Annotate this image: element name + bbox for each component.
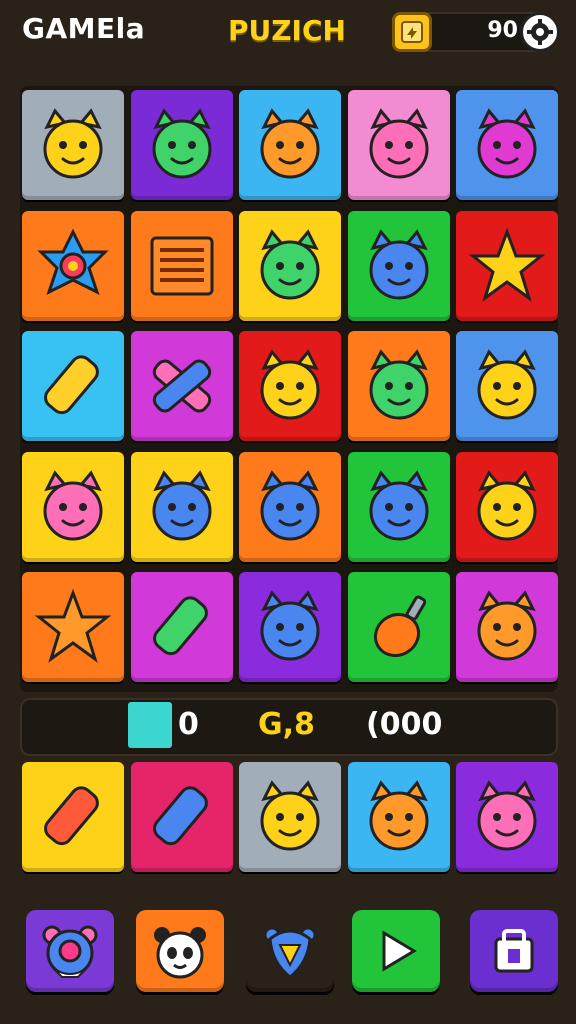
yellow-bear-icon [260,349,320,420]
flower-icon [37,228,109,295]
tray-tile[interactable] [347,762,450,872]
board-tile[interactable] [456,572,559,682]
blue-bird-icon [369,469,429,540]
pink-cat-icon [369,108,429,179]
bag-icon [494,929,534,973]
green-frog-icon [260,228,320,299]
board-tile[interactable] [130,331,233,441]
orange-bear-icon [260,108,320,179]
panda-button[interactable] [136,910,224,992]
board-tile[interactable] [456,90,559,200]
brand-logo: GAMEla [22,12,146,45]
yellow-star-icon [469,227,546,302]
striped-box-icon [150,236,214,295]
yellow-heart-bear-icon [477,469,537,540]
board-tile[interactable] [22,572,124,682]
board-tile[interactable] [456,331,559,441]
board-tile[interactable] [239,451,342,562]
bear-badge-button[interactable] [26,910,114,992]
corn-icon [44,355,99,415]
board-tile[interactable] [22,451,124,562]
coin-value: 90 [487,18,518,43]
tray-tile[interactable] [22,762,124,872]
top-bar: GAMEla PUZICH 90 [0,0,576,64]
blue-cat-icon [152,469,212,540]
board-tile[interactable] [239,572,342,682]
match-count: 0 [178,707,199,742]
board-tile[interactable] [130,572,233,682]
pink-bear-icon [43,469,103,540]
settings-button[interactable] [520,12,560,52]
board-tile[interactable] [347,572,450,682]
shield-bear-button[interactable] [246,910,334,992]
board-tile[interactable] [347,90,450,200]
orange-fox-icon [369,780,429,851]
board-tile[interactable] [456,210,559,321]
board-tile[interactable] [456,451,559,562]
bear-badge-icon [42,925,98,978]
play-button[interactable] [352,910,440,992]
board-tile[interactable] [347,331,450,441]
board-tile[interactable] [22,210,124,321]
board-tile[interactable] [130,451,233,562]
yellow-lion-icon [43,108,103,179]
selected-color-swatch [128,702,172,748]
board-tile[interactable] [239,210,342,321]
coin-icon [392,12,432,52]
green-turtle-icon [369,349,429,420]
board-tile[interactable] [130,90,233,200]
orange-gourd-icon [373,595,427,658]
score-value: G,8 [258,707,315,742]
play-icon [382,930,417,972]
board-tile[interactable] [347,210,450,321]
gear-icon [527,19,553,45]
board-tile[interactable] [347,451,450,562]
green-dinosaur-icon [152,108,212,179]
green-leaf-icon [152,596,208,656]
yellow-cat-icon [477,349,537,420]
orange-star-icon [34,588,112,663]
board-tile[interactable] [130,210,233,321]
yellow-pineapple-icon [260,780,320,851]
bag-button[interactable] [470,910,558,992]
blue-hat-blob-icon [260,469,320,540]
board-tile[interactable] [239,331,342,441]
timer-value: (000 [366,707,443,742]
tray-tile[interactable] [239,762,342,872]
board-tile[interactable] [22,331,124,441]
magenta-cat-icon [477,108,537,179]
orange-tiger-icon [477,590,537,661]
pink-cat-face-icon [477,780,537,851]
blue-rocket-icon [152,786,208,846]
board-tile[interactable] [22,90,124,200]
tray-tile[interactable] [130,762,233,872]
red-crayon-icon [44,786,99,846]
board-tile[interactable] [239,90,342,200]
panda-icon [154,927,206,979]
game-title: PUZICH [228,14,346,47]
shield-bear-icon [263,926,317,979]
tray-tile[interactable] [456,762,559,872]
blue-monster-icon [260,590,320,661]
crossed-bandages-icon [152,359,211,413]
blue-owl-icon [369,228,429,299]
